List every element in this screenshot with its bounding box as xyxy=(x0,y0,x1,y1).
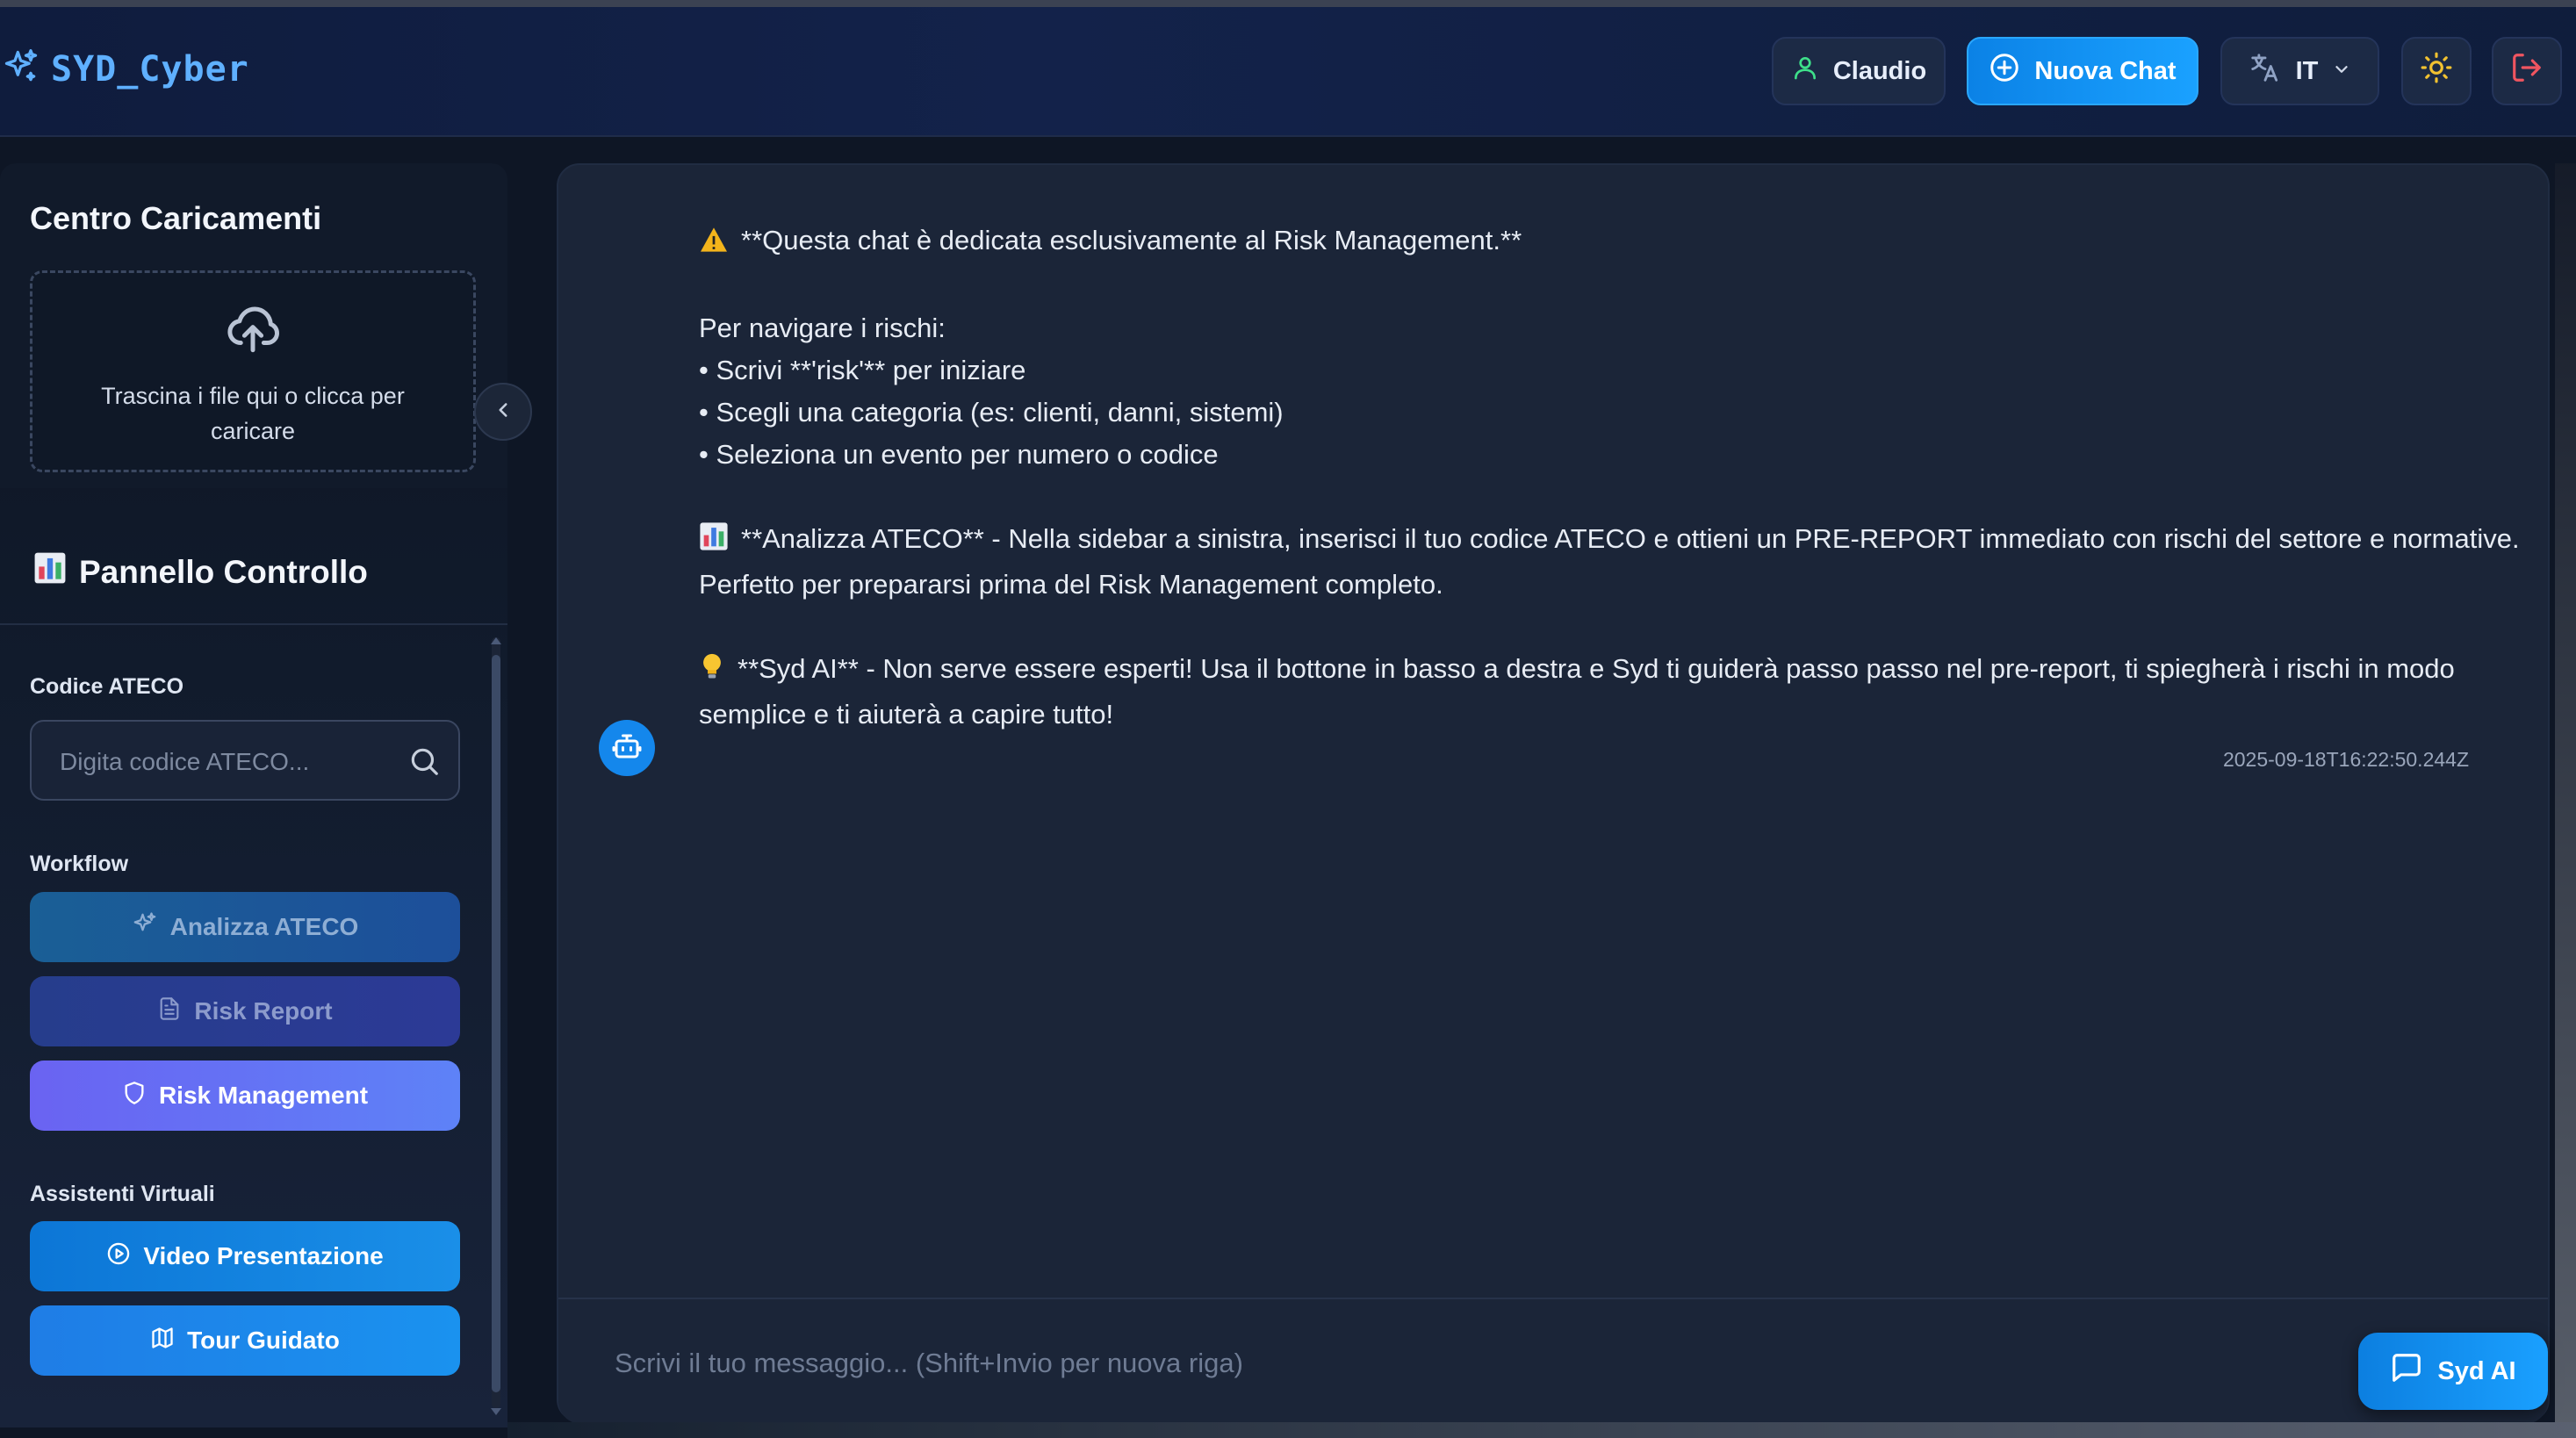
cloud-upload-icon xyxy=(224,299,282,362)
video-presentazione-button[interactable]: Video Presentazione xyxy=(30,1221,460,1291)
analizza-ateco-label: Analizza ATECO xyxy=(169,913,359,940)
play-circle-icon xyxy=(106,1241,131,1272)
shield-icon xyxy=(122,1081,147,1111)
risk-report-label: Risk Report xyxy=(194,997,333,1025)
tour-guidato-label: Tour Guidato xyxy=(187,1327,340,1354)
logout-icon xyxy=(2510,51,2544,91)
user-icon xyxy=(1791,54,1819,89)
message-line-7: **Syd AI** - Non serve essere esperti! U… xyxy=(699,653,2455,730)
bot-avatar xyxy=(599,720,655,776)
new-chat-label: Nuova Chat xyxy=(2034,56,2177,85)
message-line-2: Per navigare i rischi: xyxy=(699,313,946,343)
workflow-label: Workflow xyxy=(30,852,129,876)
warning-icon xyxy=(699,223,729,265)
language-selector[interactable]: IT xyxy=(2220,37,2379,105)
bar-chart-icon xyxy=(33,551,67,593)
sun-icon xyxy=(2420,51,2453,91)
sparkle-icon xyxy=(2,47,40,90)
control-panel-header: Pannello Controllo xyxy=(0,514,507,625)
lightbulb-icon xyxy=(699,651,725,694)
window-right-edge xyxy=(2555,163,2576,1438)
new-chat-button[interactable]: Nuova Chat xyxy=(1967,37,2198,105)
risk-management-label: Risk Management xyxy=(158,1082,369,1109)
chevron-down-icon xyxy=(2332,57,2351,86)
bar-chart-icon xyxy=(699,521,729,564)
file-dropzone[interactable]: Trascina i file qui o clicca per caricar… xyxy=(30,270,476,472)
upload-panel: Centro Caricamenti Trascina i file qui o… xyxy=(0,163,507,488)
chat-bubble-icon xyxy=(2390,1351,2423,1391)
control-panel-title: Pannello Controllo xyxy=(79,553,368,590)
logout-button[interactable] xyxy=(2492,37,2562,105)
language-label: IT xyxy=(2295,56,2319,85)
message-line-1: **Questa chat è dedicata esclusivamente … xyxy=(741,225,1522,255)
search-icon[interactable] xyxy=(407,744,441,782)
chat-panel: **Questa chat è dedicata esclusivamente … xyxy=(557,163,2550,1424)
window-top-bar xyxy=(0,0,2576,7)
assistant-message: **Questa chat è dedicata esclusivamente … xyxy=(699,219,2525,736)
plus-circle-icon xyxy=(1989,52,2020,90)
ateco-search-field[interactable] xyxy=(30,720,460,801)
analizza-ateco-button[interactable]: Analizza ATECO xyxy=(30,892,460,962)
window-bottom-edge xyxy=(507,1422,2576,1438)
control-panel-title-wrap: Pannello Controllo xyxy=(33,551,368,593)
user-name: Claudio xyxy=(1832,56,1927,85)
user-button[interactable]: Claudio xyxy=(1772,37,1946,105)
message-line-6: **Analizza ATECO** - Nella sidebar a sin… xyxy=(699,523,2520,600)
scroll-down-arrow[interactable] xyxy=(491,1408,501,1415)
robot-icon xyxy=(611,730,643,766)
ateco-label: Codice ATECO xyxy=(30,674,184,699)
message-composer xyxy=(558,1298,2548,1424)
tour-guidato-button[interactable]: Tour Guidato xyxy=(30,1305,460,1376)
syd-ai-label: Syd AI xyxy=(2437,1356,2516,1385)
video-presentazione-label: Video Presentazione xyxy=(143,1242,384,1269)
brand[interactable]: SYD_Cyber xyxy=(2,47,249,90)
dropzone-text: Trascina i file qui o clicca per caricar… xyxy=(101,383,405,444)
app-header: SYD_Cyber Claudio Nuova Chat IT xyxy=(0,7,2576,137)
chevron-left-icon xyxy=(492,399,514,426)
map-icon xyxy=(150,1326,175,1356)
brand-name: SYD_Cyber xyxy=(51,48,249,90)
collapse-sidebar-button[interactable] xyxy=(474,383,532,441)
ateco-input[interactable] xyxy=(58,739,395,785)
assistants-label: Assistenti Virtuali xyxy=(30,1182,215,1206)
sparkle-icon xyxy=(132,911,158,944)
theme-toggle-button[interactable] xyxy=(2401,37,2472,105)
scroll-up-arrow[interactable] xyxy=(491,637,501,644)
risk-management-button[interactable]: Risk Management xyxy=(30,1061,460,1131)
message-line-3: • Scrivi **'risk'** per iniziare xyxy=(699,355,1026,385)
message-line-4: • Scegli una categoria (es: clienti, dan… xyxy=(699,397,1284,428)
message-line-5: • Seleziona un evento per numero o codic… xyxy=(699,439,1219,470)
sidebar-scrollbar-thumb[interactable] xyxy=(492,655,500,1392)
upload-title: Centro Caricamenti xyxy=(30,200,322,236)
message-timestamp: 2025-09-18T16:22:50.244Z xyxy=(2222,748,2469,771)
risk-report-button[interactable]: Risk Report xyxy=(30,976,460,1046)
translate-icon xyxy=(2249,51,2282,91)
message-input[interactable] xyxy=(613,1338,2285,1389)
syd-ai-button[interactable]: Syd AI xyxy=(2358,1333,2548,1410)
sidebar: Centro Caricamenti Trascina i file qui o… xyxy=(0,163,532,1427)
document-icon xyxy=(157,996,182,1027)
